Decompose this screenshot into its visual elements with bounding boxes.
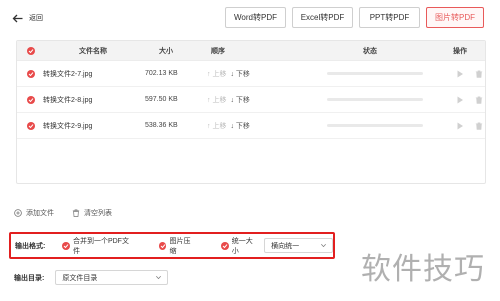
table-header: 文件名称 大小 顺序 状态 操作 [17, 41, 485, 61]
merge-pdf-label: 合并到一个PDF文件 [72, 237, 129, 255]
merge-pdf-checkbox[interactable]: 合并到一个PDF文件 [62, 236, 135, 256]
trash-icon[interactable] [475, 70, 483, 78]
tab-ppt-to-pdf[interactable]: PPT转PDF [359, 7, 420, 28]
tab-image-to-pdf[interactable]: 图片转PDF [426, 7, 484, 28]
output-format-label: 输出格式: [15, 242, 46, 250]
column-header-size: 大小 [159, 47, 173, 55]
move-up-button[interactable]: ↑ 上移 [207, 95, 226, 105]
play-icon[interactable] [456, 96, 464, 104]
file-actions: 添加文件 清空列表 [14, 208, 112, 218]
file-name: 转换文件2-9.jpg [43, 122, 93, 130]
move-up-label: 上移 [212, 122, 227, 130]
progress-bar [327, 72, 423, 75]
uniform-size-checkbox[interactable]: 统一大小 [220, 236, 259, 256]
progress-bar [327, 124, 423, 127]
check-icon [27, 69, 35, 78]
trash-icon[interactable] [475, 96, 483, 104]
move-down-label: 下移 [235, 96, 250, 104]
conversion-tabs: Word转PDF Excel转PDF PPT转PDF 图片转PDF [225, 7, 484, 28]
move-down-button[interactable]: ↓ 下移 [230, 95, 249, 105]
move-up-label: 上移 [212, 96, 227, 104]
file-size: 702.13 KB [145, 70, 178, 77]
watermark: 软件技巧 [361, 252, 485, 287]
add-file-button[interactable]: 添加文件 [14, 208, 54, 218]
select-all-checkbox[interactable] [17, 46, 41, 55]
move-up-label: 上移 [212, 70, 227, 78]
row-checkbox[interactable] [17, 121, 41, 130]
check-icon [220, 241, 229, 250]
table-row: 转换文件2-9.jpg 538.36 KB ↑ 上移 ↓ 下移 [17, 113, 485, 139]
move-down-button[interactable]: ↓ 下移 [230, 69, 249, 79]
progress-bar [327, 98, 423, 101]
back-button[interactable]: 返回 [12, 13, 43, 23]
clear-list-button[interactable]: 清空列表 [72, 208, 112, 218]
trash-icon[interactable] [475, 122, 483, 130]
file-name: 转换文件2-7.jpg [43, 70, 93, 78]
move-down-label: 下移 [235, 122, 250, 130]
column-header-ops: 操作 [453, 47, 467, 55]
trash-icon [72, 209, 80, 217]
back-label: 返回 [29, 15, 43, 22]
size-mode-select[interactable]: 横向统一 [264, 238, 333, 253]
file-size: 538.36 KB [145, 122, 178, 129]
compress-image-label: 图片压缩 [169, 237, 191, 255]
output-directory-select[interactable]: 原文件目录 [55, 270, 169, 285]
add-file-label: 添加文件 [26, 210, 54, 217]
top-bar: 返回 Word转PDF Excel转PDF PPT转PDF 图片转PDF [0, 0, 500, 36]
tab-excel-to-pdf[interactable]: Excel转PDF [292, 7, 353, 28]
check-icon [62, 241, 70, 250]
check-icon [27, 95, 35, 104]
clear-list-label: 清空列表 [84, 210, 112, 217]
output-directory-label: 输出目录: [14, 274, 45, 282]
move-up-button[interactable]: ↑ 上移 [207, 121, 226, 131]
file-size: 597.50 KB [145, 96, 178, 103]
output-format-section: 输出格式: 合并到一个PDF文件 图片压缩 统一大小 横向统一 [9, 232, 335, 259]
move-up-button[interactable]: ↑ 上移 [207, 69, 226, 79]
output-directory-section: 输出目录: 原文件目录 [14, 270, 169, 285]
output-directory-value: 原文件目录 [62, 274, 98, 282]
check-icon [27, 121, 35, 130]
play-icon[interactable] [456, 122, 464, 130]
column-header-status: 状态 [363, 47, 377, 55]
play-icon[interactable] [456, 70, 464, 78]
move-down-button[interactable]: ↓ 下移 [230, 121, 249, 131]
size-mode-value: 横向统一 [271, 242, 300, 250]
table-row: 转换文件2-7.jpg 702.13 KB ↑ 上移 ↓ 下移 [17, 61, 485, 87]
chevron-down-icon [321, 244, 326, 247]
file-table: 文件名称 大小 顺序 状态 操作 转换文件2-7.jpg 702.13 KB ↑… [16, 40, 486, 184]
add-circle-icon [14, 209, 22, 217]
column-header-order: 顺序 [211, 47, 225, 55]
row-checkbox[interactable] [17, 69, 41, 78]
table-row: 转换文件2-8.jpg 597.50 KB ↑ 上移 ↓ 下移 [17, 87, 485, 113]
tab-word-to-pdf[interactable]: Word转PDF [225, 7, 286, 28]
column-header-name: 文件名称 [79, 47, 107, 55]
move-down-label: 下移 [235, 70, 250, 78]
check-icon [158, 241, 167, 250]
arrow-left-icon [12, 14, 23, 22]
row-checkbox[interactable] [17, 95, 41, 104]
check-icon [27, 46, 35, 55]
uniform-size-label: 统一大小 [231, 237, 253, 255]
chevron-down-icon [156, 276, 162, 279]
compress-image-checkbox[interactable]: 图片压缩 [158, 236, 197, 256]
file-name: 转换文件2-8.jpg [43, 96, 93, 104]
